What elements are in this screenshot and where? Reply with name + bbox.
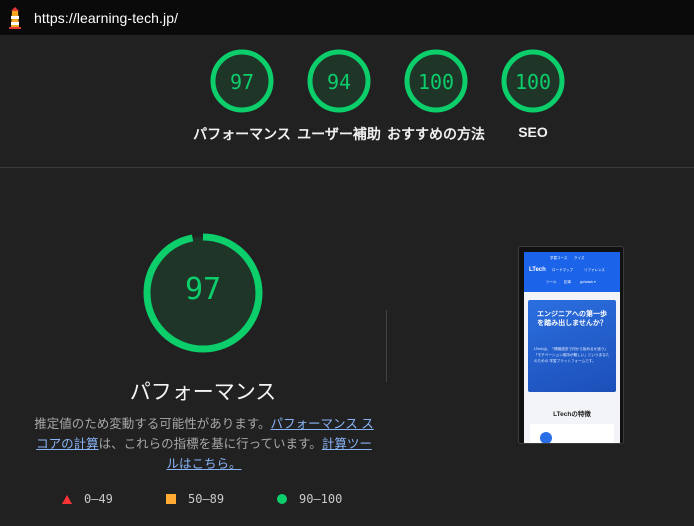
lighthouse-icon bbox=[9, 7, 21, 29]
performance-title: パフォーマンス bbox=[129, 381, 277, 404]
gauge-score: 100 bbox=[514, 70, 552, 94]
desc-text-middle: は、これらの指標を基に行っています。 bbox=[98, 437, 322, 451]
performance-description: 推定値のため変動する可能性があります。パフォーマンス スコアの計算は、これらの指… bbox=[34, 414, 374, 474]
thumb-nav-item: go/stack ▾ bbox=[580, 280, 596, 284]
thumb-brand: LTech bbox=[529, 267, 546, 273]
thumb-nav-item: リファレンス bbox=[584, 268, 605, 272]
legend-pass: 90–100 bbox=[277, 492, 342, 506]
gauge-seo[interactable]: 100 SEO bbox=[483, 48, 583, 140]
gauge-label: パフォーマンス bbox=[193, 126, 291, 142]
section-divider bbox=[0, 167, 694, 168]
gauge-performance[interactable]: 97 パフォーマンス bbox=[192, 48, 292, 144]
final-screenshot-thumbnail[interactable]: 学習コース クイズ LTech ロードマップ リファレンス ツール 記事 go/… bbox=[518, 246, 624, 444]
legend-average: 50–89 bbox=[166, 492, 224, 506]
thumb-nav-item: ツール bbox=[546, 280, 557, 284]
average-square-icon bbox=[166, 494, 176, 504]
fail-triangle-icon bbox=[62, 494, 72, 504]
legend-pass-range: 90–100 bbox=[299, 492, 343, 506]
thumb-features-heading: LTechの特徴 bbox=[553, 411, 591, 418]
performance-score: 97 bbox=[184, 272, 222, 307]
legend-fail-range: 0–49 bbox=[84, 492, 113, 506]
thumbnail-navbar: 学習コース クイズ LTech ロードマップ リファレンス ツール 記事 go/… bbox=[524, 252, 620, 292]
gauge-score: 97 bbox=[229, 70, 255, 94]
desc-text-prefix: 推定値のため変動する可能性があります。 bbox=[34, 417, 271, 431]
url-bar: https://learning-tech.jp/ bbox=[0, 0, 694, 35]
gauge-score: 100 bbox=[417, 70, 455, 94]
gauge-label: SEO bbox=[518, 124, 548, 140]
thumb-nav-item: ロードマップ bbox=[552, 268, 573, 272]
gauge-accessibility[interactable]: 94 ユーザー補助 bbox=[289, 48, 389, 144]
thumbnail-screen: 学習コース クイズ LTech ロードマップ リファレンス ツール 記事 go/… bbox=[524, 252, 620, 443]
legend-fail: 0–49 bbox=[62, 492, 113, 506]
thumb-hero-heading: エンジニアへの第一歩を踏み出しませんか？ bbox=[537, 311, 607, 327]
thumb-nav-item: 記事 bbox=[564, 280, 571, 284]
pass-circle-icon bbox=[277, 494, 287, 504]
thumb-feature-card bbox=[530, 424, 614, 443]
legend-average-range: 50–89 bbox=[188, 492, 225, 506]
thumb-nav-item: クイズ bbox=[574, 256, 585, 260]
vertical-divider bbox=[386, 310, 387, 382]
score-legend: 0–49 50–89 90–100 bbox=[0, 492, 694, 510]
page-url[interactable]: https://learning-tech.jp/ bbox=[34, 10, 178, 26]
gauge-label: ユーザー補助 bbox=[297, 126, 381, 142]
gauge-score: 94 bbox=[326, 70, 352, 94]
gauge-best-practices[interactable]: 100 おすすめの方法 bbox=[386, 48, 486, 144]
gauge-label: おすすめの方法 bbox=[387, 126, 485, 142]
thumb-nav-item: 学習コース bbox=[550, 256, 568, 260]
summary-gauges: 97 パフォーマンス 94 ユーザー補助 100 おすすめの方法 100 SEO bbox=[0, 48, 694, 158]
thumb-feature-icon bbox=[540, 432, 552, 443]
thumbnail-hero: エンジニアへの第一歩を踏み出しませんか？ LTechは、「情報過多で何から始める… bbox=[528, 300, 616, 392]
thumb-hero-text: LTechは、「情報過多で何から始めるか迷う」「モチベーション維持が難しい」とい… bbox=[534, 347, 610, 363]
